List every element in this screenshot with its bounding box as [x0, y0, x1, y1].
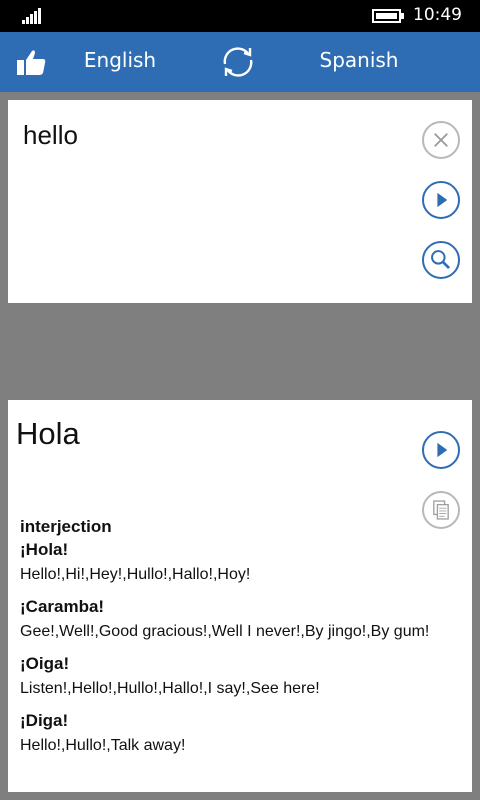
translation-text: Hola	[16, 416, 80, 451]
signal-icon	[22, 8, 41, 24]
close-icon	[434, 133, 448, 147]
definitions: interjection ¡Hola! Hello!,Hi!,Hey!,Hull…	[20, 516, 460, 766]
clear-button[interactable]	[422, 121, 460, 159]
output-panel: Hola interjection ¡Hola! Hello!,Hi!,Hey!…	[8, 400, 472, 792]
entry-synonyms: Gee!,Well!,Good gracious!,Well I never!,…	[20, 623, 430, 640]
thumbs-up-icon[interactable]	[16, 48, 46, 76]
search-button[interactable]	[422, 241, 460, 279]
target-language[interactable]: Spanish	[306, 48, 412, 72]
source-language[interactable]: English	[70, 48, 170, 72]
list-item: ¡Caramba! Gee!,Well!,Good gracious!,Well…	[20, 595, 460, 644]
entry-synonyms: Listen!,Hello!,Hullo!,Hallo!,I say!,See …	[20, 680, 320, 697]
list-item: ¡Hola! Hello!,Hi!,Hey!,Hullo!,Hallo!,Hoy…	[20, 538, 460, 587]
swap-icon[interactable]	[218, 44, 258, 80]
list-item: ¡Oiga! Listen!,Hello!,Hullo!,Hallo!,I sa…	[20, 652, 460, 701]
entry-headword: ¡Oiga!	[20, 654, 70, 673]
search-icon	[431, 250, 451, 270]
speak-output-button[interactable]	[422, 431, 460, 469]
speak-input-button[interactable]	[422, 181, 460, 219]
input-panel: hello	[8, 100, 472, 303]
entry-headword: ¡Caramba!	[20, 597, 105, 616]
play-icon	[437, 442, 448, 458]
input-text[interactable]: hello	[23, 120, 78, 151]
entry-headword: ¡Diga!	[20, 711, 69, 730]
status-bar: 10:49	[0, 0, 480, 32]
battery-icon	[372, 9, 404, 23]
entry-synonyms: Hello!,Hullo!,Talk away!	[20, 737, 186, 754]
play-icon	[437, 192, 448, 208]
clock: 10:49	[413, 5, 462, 25]
entry-synonyms: Hello!,Hi!,Hey!,Hullo!,Hallo!,Hoy!	[20, 566, 251, 583]
part-of-speech: interjection	[20, 517, 112, 536]
app-bar: English Spanish	[0, 32, 480, 92]
list-item: ¡Diga! Hello!,Hullo!,Talk away!	[20, 709, 460, 758]
entry-headword: ¡Hola!	[20, 540, 69, 559]
